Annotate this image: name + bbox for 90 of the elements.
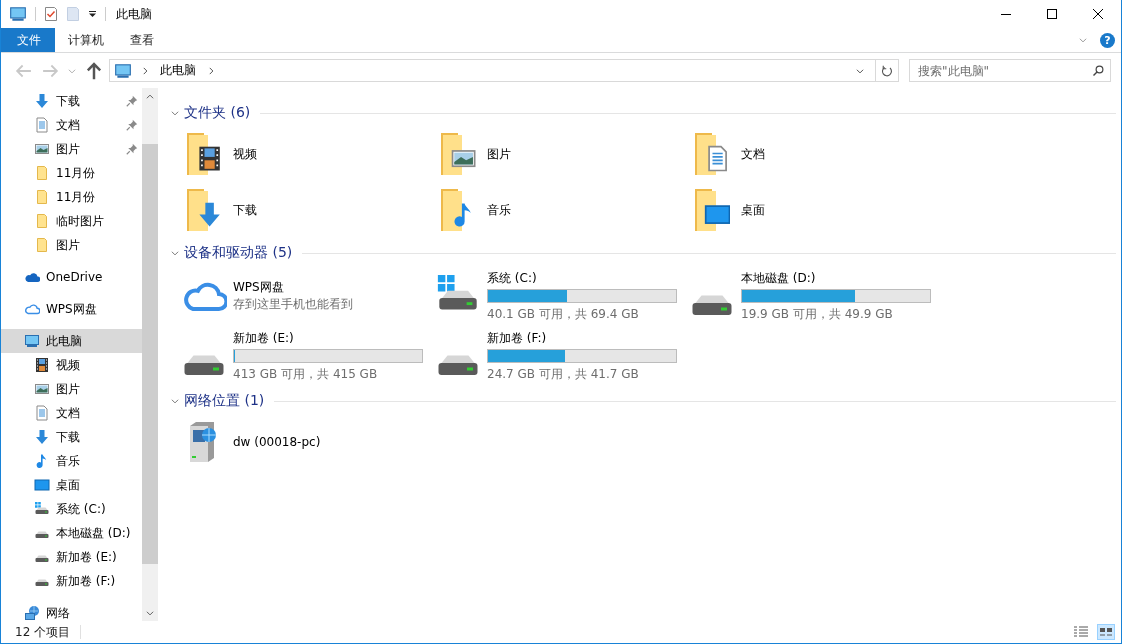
ribbon-tab[interactable]: 文件 [1,28,55,52]
sidebar-item[interactable]: 网络 [1,601,142,621]
scrollbar-thumb[interactable] [142,144,158,564]
sidebar-item[interactable]: 此电脑 [1,329,142,353]
computer-icon [114,61,132,80]
ribbon-tab[interactable]: 计算机 [55,28,117,52]
drive-usage-text: 24.7 GB 可用，共 41.7 GB [487,365,640,383]
computer-icon [24,333,40,349]
folder-icon [34,213,50,229]
desktop-folder-icon [694,188,730,232]
cloud-icon [24,301,40,317]
chevron-down-icon[interactable] [170,248,180,258]
sidebar-item[interactable]: 图片 [1,233,142,257]
picture-folder-icon [440,132,476,176]
close-icon [1093,9,1103,19]
sidebar-item[interactable]: 新加卷 (F:) [1,569,142,593]
download-icon [34,429,50,445]
sidebar-item[interactable]: OneDrive [1,265,142,289]
sidebar-item[interactable]: 新加卷 (E:) [1,545,142,569]
sidebar-item[interactable]: 下载 [1,425,142,449]
section-title[interactable]: 网络位置 (1) [184,392,265,410]
search-icon[interactable] [1092,65,1104,77]
ribbon-tab[interactable]: 查看 [117,28,167,52]
details-view-icon[interactable] [1073,625,1089,639]
system-drive-icon [34,501,50,517]
window-title: 此电脑 [116,5,152,23]
sidebar-item[interactable]: 系统 (C:) [1,497,142,521]
folder-item[interactable]: 视频 [179,126,433,182]
chevron-right-icon[interactable] [206,65,216,76]
sidebar-item[interactable]: 音乐 [1,449,142,473]
drive-name[interactable]: 新加卷 (F:) [487,329,677,347]
sidebar-item[interactable]: 视频 [1,353,142,377]
address-bar[interactable]: 此电脑 [109,59,876,82]
drive-name[interactable]: WPS网盘 [233,279,423,296]
help-button[interactable]: ? [1100,32,1115,48]
computer-icon [9,5,27,23]
desktop-icon [34,477,50,493]
large-icons-view-icon[interactable] [1097,624,1115,640]
folder-item[interactable]: 音乐 [433,182,687,238]
film-folder-icon [186,132,222,176]
refresh-icon [881,64,893,77]
sidebar-item[interactable]: 图片 [1,137,142,161]
chevron-right-icon[interactable] [140,65,150,76]
drive-usage-text: 19.9 GB 可用，共 49.9 GB [741,305,894,323]
folder-item[interactable]: 图片 [433,126,687,182]
folder-item[interactable]: 下载 [179,182,433,238]
item-count: 12 个项目 [15,623,71,641]
document-folder-icon [694,132,730,176]
breadcrumb-item[interactable]: 此电脑 [158,62,198,79]
sidebar-item[interactable]: 下载 [1,89,142,113]
sidebar-item[interactable]: 本地磁盘 (D:) [1,521,142,545]
drive-name[interactable]: 本地磁盘 (D:) [741,269,931,287]
drive-description: 存到这里手机也能看到 [233,296,354,313]
sidebar-item[interactable]: 桌面 [1,473,142,497]
film-icon [34,357,50,373]
caret-icon[interactable] [88,10,97,18]
document-icon [34,405,50,421]
sidebar-item[interactable]: 文档 [1,113,142,137]
folder-item[interactable]: 桌面 [687,182,941,238]
refresh-button[interactable] [876,59,899,82]
picture-icon [34,381,50,397]
picture-icon [34,141,50,157]
sidebar-item[interactable]: 临时图片 [1,209,142,233]
drive-usage-text: 40.1 GB 可用，共 69.4 GB [487,305,640,323]
chevron-down-icon[interactable] [170,108,180,118]
drive-usage-text: 413 GB 可用，共 415 GB [233,365,379,383]
document-icon [34,117,50,133]
network-location-item[interactable]: dw (00018-pc) [179,414,433,470]
section-title[interactable]: 设备和驱动器 (5) [184,244,293,262]
search-field[interactable]: 搜索"此电脑" [909,59,1111,82]
sidebar-item[interactable]: WPS网盘 [1,297,142,321]
section-title[interactable]: 文件夹 (6) [184,104,251,122]
sidebar-item[interactable]: 11月份 [1,161,142,185]
folder-icon [34,165,50,181]
chevron-down-icon[interactable] [170,396,180,406]
download-folder-icon [186,188,222,232]
drive-name[interactable]: 新加卷 (E:) [233,329,423,347]
checklist-icon[interactable] [44,6,58,22]
chevron-down-icon[interactable] [1078,35,1088,45]
sidebar-item[interactable]: 文档 [1,401,142,425]
minimize-icon [1001,13,1011,15]
download-icon [34,93,50,109]
sidebar-item[interactable]: 11月份 [1,185,142,209]
sidebar-item[interactable]: 图片 [1,377,142,401]
drive-name[interactable]: 系统 (C:) [487,269,677,287]
folder-icon [34,189,50,205]
maximize-icon [1047,9,1057,19]
folder-icon [34,237,50,253]
network-icon [24,605,40,621]
folder-item[interactable]: 文档 [687,126,941,182]
